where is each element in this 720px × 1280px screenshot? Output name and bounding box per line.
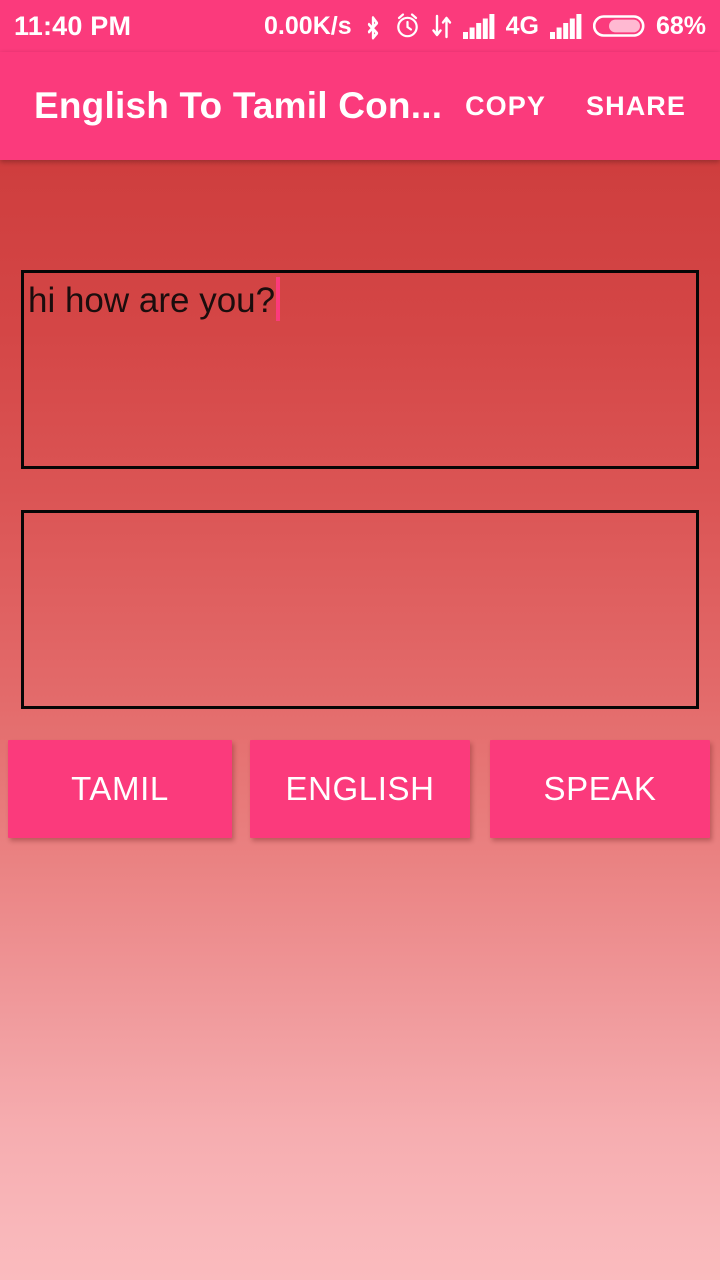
alarm-clock-icon <box>394 12 421 40</box>
network-speed-label: 0.00K/s <box>264 11 352 40</box>
network-type-label: 4G <box>505 11 539 40</box>
source-text-value: hi how are you? <box>28 281 276 320</box>
copy-button[interactable]: COPY <box>445 77 566 136</box>
status-bar-icons: 0.00K/s 4G 68% <box>264 0 706 52</box>
battery-percent-label: 68% <box>655 11 706 40</box>
battery-icon <box>592 12 645 40</box>
english-button[interactable]: ENGLISH <box>250 740 470 838</box>
signal-bars-icon-2 <box>549 13 582 39</box>
app-title: English To Tamil Con... <box>34 85 443 126</box>
source-text-input[interactable]: hi how are you? <box>21 270 699 469</box>
text-caret <box>276 277 281 321</box>
translated-text-output-inner <box>24 513 696 706</box>
status-bar-clock: 11:40 PM <box>14 10 132 41</box>
speak-button[interactable]: SPEAK <box>490 740 710 838</box>
tamil-button[interactable]: TAMIL <box>8 740 232 838</box>
action-button-row: TAMIL ENGLISH SPEAK <box>0 740 720 838</box>
signal-bars-icon-1 <box>462 13 495 39</box>
data-transfer-icon <box>431 13 452 40</box>
app-bar-actions: COPY SHARE <box>445 77 706 136</box>
app-screen: 11:40 PM 0.00K/s 4G 68% English To Tamil… <box>0 0 720 1280</box>
translated-text-output[interactable] <box>21 510 699 709</box>
bluetooth-icon <box>363 11 383 41</box>
source-text-input-inner: hi how are you? <box>24 273 696 466</box>
status-bar: 11:40 PM 0.00K/s 4G 68% <box>0 0 720 52</box>
share-button[interactable]: SHARE <box>566 77 706 136</box>
app-bar: English To Tamil Con... COPY SHARE <box>0 52 720 160</box>
